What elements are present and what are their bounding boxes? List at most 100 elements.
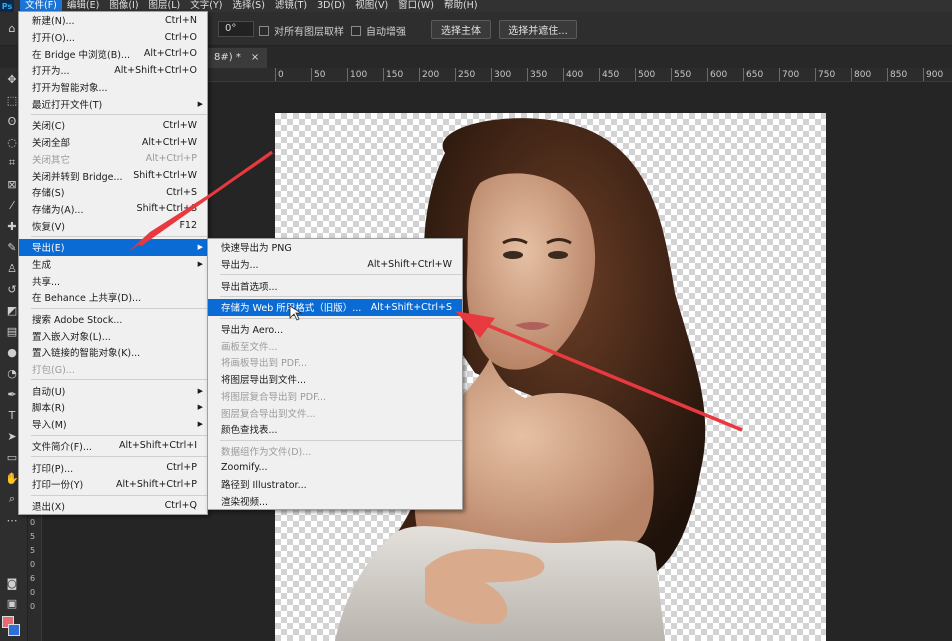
menu-item-label: 将图层复合导出到 PDF... — [221, 391, 327, 403]
menu-item[interactable]: 自动(U) ▶ — [19, 382, 207, 399]
menu-item-label: 关闭(C) — [32, 121, 66, 133]
menu-item-shortcut: Alt+Shift+Ctrl+I — [118, 440, 197, 452]
submenu-arrow-icon: ▶ — [197, 403, 203, 412]
menu-item[interactable]: 存储为 Web 所用格式（旧版）... Alt+Shift+Ctrl+S — [208, 299, 462, 316]
menu-item[interactable]: 打印一份(Y) Alt+Shift+Ctrl+P — [19, 476, 207, 493]
menu-item[interactable]: 快速导出为 PNG — [208, 239, 462, 256]
menu-item[interactable]: 关闭并转到 Bridge... Shift+Ctrl+W — [19, 167, 207, 184]
menu-item[interactable]: 导出首选项... — [208, 277, 462, 294]
menubar-item[interactable]: 窗口(W) — [393, 0, 439, 12]
background-color-swatch[interactable] — [8, 624, 20, 636]
select-and-mask-button[interactable]: 选择并遮住... — [499, 20, 577, 39]
checkbox-box — [351, 25, 361, 36]
menu-separator — [31, 434, 207, 436]
sample-all-layers-checkbox[interactable]: 对所有图层取样 — [259, 23, 344, 38]
menu-item-shortcut: Alt+Shift+Ctrl+W — [367, 258, 452, 270]
menu-item: 将画板导出到 PDF... — [208, 354, 462, 371]
quick-mask-icon[interactable]: ◙ — [4, 576, 20, 590]
menu-item-label: 关闭并转到 Bridge... — [32, 171, 123, 183]
ruler-tick-label: 0 — [30, 602, 36, 611]
menu-item: 关闭其它 Alt+Ctrl+P — [19, 151, 207, 168]
menu-separator — [31, 235, 207, 237]
submenu-arrow-icon: ▶ — [197, 386, 203, 395]
menu-item-label: 存储(S) — [32, 188, 65, 200]
menu-separator — [31, 494, 207, 496]
menu-item[interactable]: 导出为 Aero... — [208, 321, 462, 338]
menubar-item[interactable]: 选择(S) — [227, 0, 269, 12]
menu-item[interactable]: 置入链接的智能对象(K)... — [19, 344, 207, 361]
menu-item[interactable]: 导入(M) ▶ — [19, 416, 207, 433]
menu-item[interactable]: 存储(S) Ctrl+S — [19, 184, 207, 201]
ruler-tick-label: 850 — [887, 68, 907, 81]
menu-item[interactable]: 共享... — [19, 272, 207, 289]
menu-item-shortcut: Ctrl+N — [165, 14, 197, 26]
menu-item[interactable]: 脚本(R) ▶ — [19, 399, 207, 416]
menu-item[interactable]: 在 Bridge 中浏览(B)... Alt+Ctrl+O — [19, 45, 207, 62]
ruler-tick-label: 50 — [311, 68, 325, 81]
photoshop-logo-icon[interactable]: Ps — [0, 0, 14, 12]
ruler-tick-label: 100 — [347, 68, 367, 81]
menu-item[interactable]: 最近打开文件(T) ▶ — [19, 95, 207, 112]
menu-item[interactable]: 将图层导出到文件... — [208, 371, 462, 388]
menu-item-label: 打开为智能对象... — [32, 83, 108, 95]
ruler-tick-label: 250 — [455, 68, 475, 81]
select-subject-button[interactable]: 选择主体 — [431, 20, 491, 39]
ruler-tick-label: 350 — [527, 68, 547, 81]
menubar-item[interactable]: 3D(D) — [312, 0, 350, 12]
menu-item-shortcut: Shift+Ctrl+W — [133, 170, 197, 182]
menu-item[interactable]: 退出(X) Ctrl+Q — [19, 498, 207, 515]
menubar-item[interactable]: 帮助(H) — [439, 0, 483, 12]
menubar-item[interactable]: 视图(V) — [350, 0, 393, 12]
submenu-arrow-icon: ▶ — [197, 259, 203, 268]
menu-item[interactable]: 置入嵌入对象(L)... — [19, 327, 207, 344]
ruler-tick-label: 450 — [599, 68, 619, 81]
menu-item[interactable]: Zoomify... — [208, 459, 462, 476]
menu-item[interactable]: 导出为... Alt+Shift+Ctrl+W — [208, 256, 462, 273]
submenu-arrow-icon: ▶ — [197, 99, 203, 108]
menu-item[interactable]: 打开为... Alt+Shift+Ctrl+O — [19, 62, 207, 79]
menu-item-label: 生成 — [32, 259, 52, 271]
menu-item: 将图层复合导出到 PDF... — [208, 388, 462, 405]
menu-item[interactable]: 文件简介(F)... Alt+Shift+Ctrl+I — [19, 438, 207, 455]
menu-item[interactable]: 打开(O)... Ctrl+O — [19, 29, 207, 46]
ruler-tick-label: 750 — [815, 68, 835, 81]
menu-item[interactable]: 关闭全部 Alt+Ctrl+W — [19, 134, 207, 151]
ruler-tick-label: 700 — [779, 68, 799, 81]
menu-separator — [31, 114, 207, 116]
menu-item[interactable]: 恢复(V) F12 — [19, 217, 207, 234]
menu-item-label: 快速导出为 PNG — [221, 243, 292, 255]
menu-item-label: 在 Behance 上共享(D)... — [32, 293, 142, 305]
menu-item-shortcut: Alt+Shift+Ctrl+O — [114, 64, 197, 76]
menu-item-label: 路径到 Illustrator... — [221, 480, 307, 492]
menu-item[interactable]: 新建(N)... Ctrl+N — [19, 12, 207, 29]
menu-item[interactable]: 导出(E) ▶ — [19, 238, 207, 256]
menu-item-shortcut: Alt+Shift+Ctrl+S — [370, 301, 452, 313]
menubar-item[interactable]: 滤镜(T) — [270, 0, 312, 12]
menu-item-shortcut: Ctrl+Q — [164, 500, 197, 512]
menu-item[interactable]: 路径到 Illustrator... — [208, 476, 462, 493]
ruler-tick-label: 600 — [707, 68, 727, 81]
auto-enhance-checkbox[interactable]: 自动增强 — [351, 23, 406, 38]
screen-mode-icon[interactable]: ▣ — [4, 596, 20, 610]
document-tab[interactable]: 8#) * × — [206, 48, 268, 68]
menu-item-label: 恢复(V) — [32, 221, 65, 233]
menu-item[interactable]: 打印(P)... Ctrl+P — [19, 459, 207, 476]
menu-item[interactable]: 颜色查找表... — [208, 421, 462, 438]
menu-item[interactable]: 打开为智能对象... — [19, 79, 207, 96]
menu-item-label: 将图层导出到文件... — [221, 375, 307, 387]
ruler-tick-label: 200 — [419, 68, 439, 81]
menu-item[interactable]: 渲染视频... — [208, 493, 462, 510]
ruler-tick-label: 500 — [635, 68, 655, 81]
menu-item[interactable]: 关闭(C) Ctrl+W — [19, 117, 207, 134]
menu-separator — [31, 307, 207, 309]
close-icon[interactable]: × — [251, 52, 259, 64]
menu-item[interactable]: 存储为(A)... Shift+Ctrl+S — [19, 201, 207, 218]
sweater-shape — [335, 526, 665, 641]
submenu-arrow-icon: ▶ — [197, 243, 203, 252]
menu-item-label: 存储为(A)... — [32, 204, 84, 216]
angle-field[interactable]: 0° — [218, 21, 254, 37]
menu-item[interactable]: 生成 ▶ — [19, 256, 207, 273]
menu-item-shortcut: Alt+Ctrl+O — [143, 48, 197, 60]
menu-item[interactable]: 搜索 Adobe Stock... — [19, 311, 207, 328]
menu-item[interactable]: 在 Behance 上共享(D)... — [19, 289, 207, 306]
